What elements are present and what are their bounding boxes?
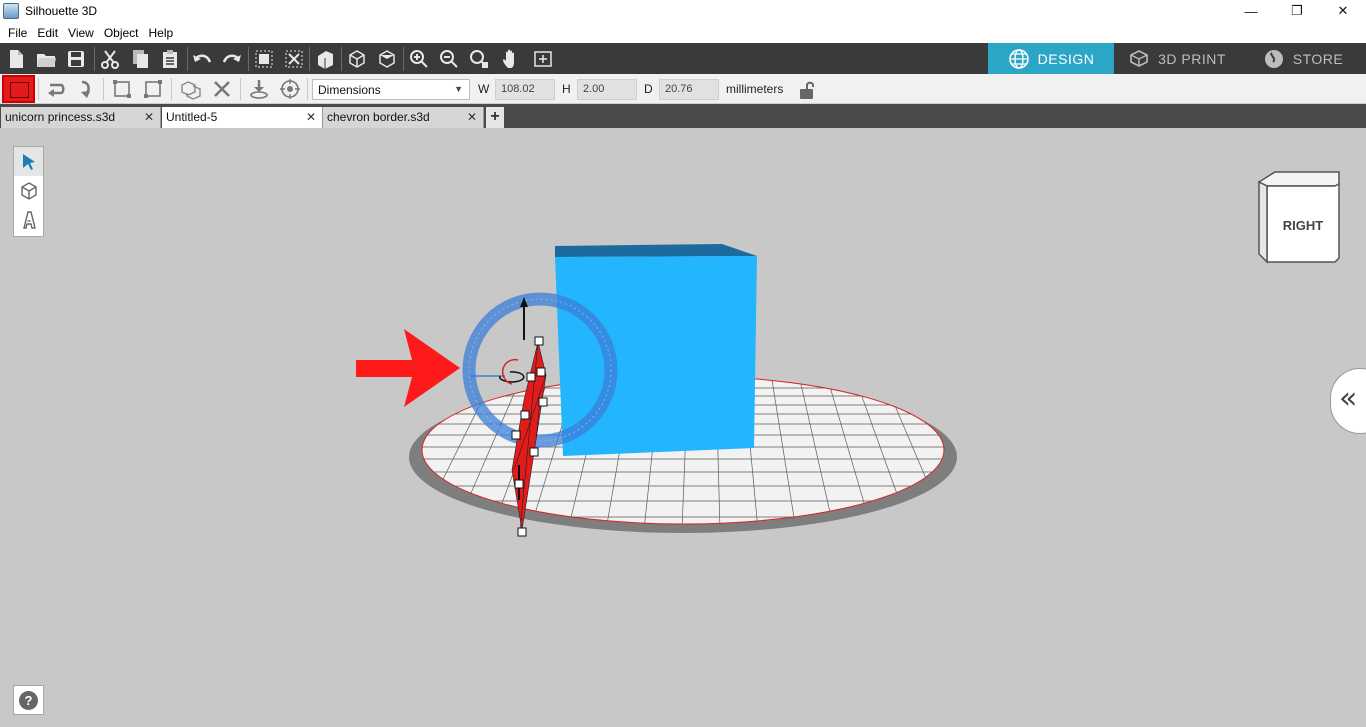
add-tab-button[interactable]: + <box>486 107 504 128</box>
unlock-icon[interactable] <box>798 80 818 100</box>
view-cube-top[interactable] <box>1257 171 1340 187</box>
align-frame-icon[interactable] <box>110 77 134 101</box>
close-tab-icon[interactable]: ✕ <box>306 110 316 124</box>
mode-design-label: DESIGN <box>1037 50 1095 67</box>
view-cube-label: RIGHT <box>1283 218 1324 233</box>
cube-solid-icon[interactable] <box>374 46 400 72</box>
text-3d-icon <box>22 210 36 229</box>
help-button[interactable]: ? <box>13 685 44 715</box>
units-label: millimeters <box>726 82 784 96</box>
close-tab-icon[interactable]: ✕ <box>144 110 154 124</box>
window-title: Silhouette 3D <box>25 4 98 18</box>
depth-field[interactable]: 20.76 <box>659 79 719 100</box>
help-icon: ? <box>19 690 38 710</box>
store-icon <box>1264 49 1283 68</box>
tool-palette <box>13 146 44 237</box>
chevron-down-icon: ▼ <box>454 84 463 94</box>
scene-canvas[interactable] <box>0 128 1366 727</box>
ungroup-icon[interactable] <box>281 46 307 72</box>
save-icon[interactable] <box>63 46 89 72</box>
restore-button[interactable]: ❐ <box>1274 0 1320 22</box>
undo-icon[interactable] <box>189 46 215 72</box>
cube-outline-icon[interactable] <box>344 46 370 72</box>
copy-icon[interactable] <box>127 46 153 72</box>
tab-untitled-5[interactable]: Untitled-5 ✕ <box>162 107 323 128</box>
double-chevron-left-icon: « <box>1339 381 1358 416</box>
new-file-icon[interactable] <box>3 46 29 72</box>
dimensions-mode-select[interactable]: Dimensions ▼ <box>312 79 470 100</box>
object-color-swatch[interactable] <box>2 75 35 103</box>
menu-object[interactable]: Object <box>99 26 144 40</box>
redo-icon[interactable] <box>219 46 245 72</box>
duplicate-cube-icon[interactable] <box>179 77 203 101</box>
paste-icon[interactable] <box>157 46 183 72</box>
group-icon[interactable] <box>251 46 277 72</box>
menu-help[interactable]: Help <box>144 26 179 40</box>
select-tool-button[interactable] <box>14 147 43 176</box>
height-field[interactable]: 2.00 <box>577 79 637 100</box>
depth-label: D <box>644 82 653 96</box>
app-icon <box>3 3 19 19</box>
zoom-out-icon[interactable] <box>436 46 462 72</box>
scale-frame-icon[interactable] <box>141 77 165 101</box>
rotate-left-icon[interactable] <box>44 77 68 101</box>
zoom-fit-icon[interactable] <box>466 46 492 72</box>
extrude-icon[interactable] <box>312 46 338 72</box>
menu-view[interactable]: View <box>63 26 99 40</box>
height-label: H <box>562 82 571 96</box>
cube-top-face <box>555 244 757 257</box>
minimize-button[interactable]: — <box>1228 0 1274 22</box>
mode-design-tab[interactable]: DESIGN <box>988 43 1114 74</box>
shapes-tool-button[interactable] <box>14 176 43 205</box>
view-cube[interactable]: RIGHT <box>1255 168 1345 264</box>
3d-viewport[interactable]: RIGHT <box>0 128 1366 727</box>
menu-bar: File Edit View Object Help <box>0 22 1366 43</box>
text-tool-button[interactable] <box>14 205 43 234</box>
arrow-pointer-icon <box>22 153 35 170</box>
title-bar: Silhouette 3D — ❐ ✕ <box>0 0 1366 22</box>
tab-chevron-border[interactable]: chevron border.s3d ✕ <box>323 107 484 128</box>
tab-label: Untitled-5 <box>166 110 218 124</box>
globe-icon <box>1008 48 1029 69</box>
mode-store-tab[interactable]: STORE <box>1240 43 1366 74</box>
print-icon <box>1130 49 1148 67</box>
cube-icon <box>20 181 37 200</box>
delete-icon[interactable] <box>210 77 234 101</box>
pan-hand-icon[interactable] <box>499 46 525 72</box>
object-toolbar: Dimensions ▼ W 108.02 H 2.00 D 20.76 mil… <box>0 74 1366 104</box>
fit-view-icon[interactable] <box>530 46 556 72</box>
mode-3d-print-label: 3D PRINT <box>1158 50 1226 67</box>
document-tab-bar: unicorn princess.s3d ✕ Untitled-5 ✕ chev… <box>0 104 1366 128</box>
mode-store-label: STORE <box>1292 50 1344 67</box>
menu-file[interactable]: File <box>3 26 32 40</box>
view-cube-side[interactable] <box>1258 180 1268 264</box>
annotation-arrow-icon <box>356 329 460 407</box>
tab-label: chevron border.s3d <box>327 110 430 124</box>
open-folder-icon[interactable] <box>33 46 59 72</box>
zoom-in-icon[interactable] <box>406 46 432 72</box>
menu-edit[interactable]: Edit <box>32 26 63 40</box>
cut-icon[interactable] <box>97 46 123 72</box>
mode-3d-print-tab[interactable]: 3D PRINT <box>1114 43 1240 74</box>
rotate-down-icon[interactable] <box>74 77 98 101</box>
tab-label: unicorn princess.s3d <box>5 110 116 124</box>
dimensions-mode-value: Dimensions <box>318 83 381 97</box>
close-button[interactable]: ✕ <box>1320 0 1366 22</box>
width-label: W <box>478 82 490 96</box>
close-tab-icon[interactable]: ✕ <box>467 110 477 124</box>
center-object-icon[interactable] <box>278 77 302 101</box>
width-field[interactable]: 108.02 <box>495 79 555 100</box>
tab-unicorn-princess[interactable]: unicorn princess.s3d ✕ <box>1 107 161 128</box>
main-toolbar: DESIGN 3D PRINT STORE <box>0 43 1366 74</box>
drop-to-floor-icon[interactable] <box>247 77 271 101</box>
